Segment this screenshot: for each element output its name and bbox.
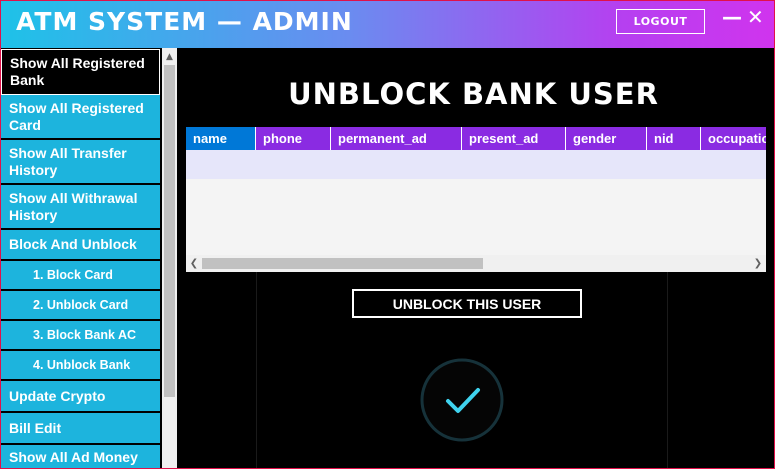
app-title: ATM SYSTEM — ADMIN	[16, 7, 353, 36]
sidebar-item-registered-bank[interactable]: Show All Registered Bank	[1, 49, 160, 95]
column-header-gender[interactable]: gender	[566, 127, 647, 150]
sidebar-item-block-card[interactable]: 1. Block Card	[1, 261, 160, 291]
scrollbar-thumb[interactable]	[202, 258, 483, 269]
sidebar-item-bill-edit[interactable]: Bill Edit	[1, 413, 160, 445]
app-window: ATM SYSTEM — ADMIN LOGOUT — ✕ Show All R…	[0, 0, 775, 469]
sidebar: Show All Registered Bank Show All Regist…	[1, 48, 161, 468]
close-icon[interactable]: ✕	[747, 5, 764, 29]
scroll-up-icon[interactable]: ▲	[162, 50, 177, 64]
minimize-icon[interactable]: —	[722, 5, 742, 29]
users-table[interactable]: name phone permanent_ad present_ad gende…	[186, 127, 766, 272]
sidebar-item-update-crypto[interactable]: Update Crypto	[1, 381, 160, 413]
table-row[interactable]	[186, 150, 766, 179]
sidebar-item-block-bank-ac[interactable]: 3. Block Bank AC	[1, 321, 160, 351]
sidebar-item-transfer-history[interactable]: Show All Transfer History	[1, 140, 160, 185]
sidebar-item-ad-money[interactable]: Show All Ad Money	[1, 445, 160, 468]
sidebar-scrollbar[interactable]: ▲	[162, 48, 177, 468]
column-header-occupation[interactable]: occupation	[701, 127, 766, 150]
scroll-right-icon[interactable]: ❯	[750, 255, 766, 272]
unblock-user-button[interactable]: UNBLOCK THIS USER	[352, 289, 582, 318]
checkmark-circle-icon	[420, 358, 504, 442]
column-header-permanent-ad[interactable]: permanent_ad	[331, 127, 462, 150]
table-horizontal-scrollbar[interactable]: ❮ ❯	[186, 255, 766, 272]
column-header-phone[interactable]: phone	[256, 127, 331, 150]
sidebar-item-registered-card[interactable]: Show All Registered Card	[1, 95, 160, 140]
column-header-nid[interactable]: nid	[647, 127, 701, 150]
column-header-name[interactable]: name	[186, 127, 256, 150]
logout-button[interactable]: LOGOUT	[616, 9, 705, 34]
scroll-left-icon[interactable]: ❮	[186, 255, 202, 272]
sidebar-item-unblock-card[interactable]: 2. Unblock Card	[1, 291, 160, 321]
scrollbar-thumb[interactable]	[164, 65, 175, 397]
page-title: UNBLOCK BANK USER	[288, 77, 659, 111]
sidebar-item-withdrawal-history[interactable]: Show All Withrawal History	[1, 185, 160, 230]
title-bar: ATM SYSTEM — ADMIN LOGOUT — ✕	[1, 1, 774, 48]
sidebar-item-block-unblock[interactable]: Block And Unblock	[1, 230, 160, 261]
sidebar-item-unblock-bank[interactable]: 4. Unblock Bank	[1, 351, 160, 381]
table-header: name phone permanent_ad present_ad gende…	[186, 127, 766, 150]
column-header-present-ad[interactable]: present_ad	[462, 127, 566, 150]
